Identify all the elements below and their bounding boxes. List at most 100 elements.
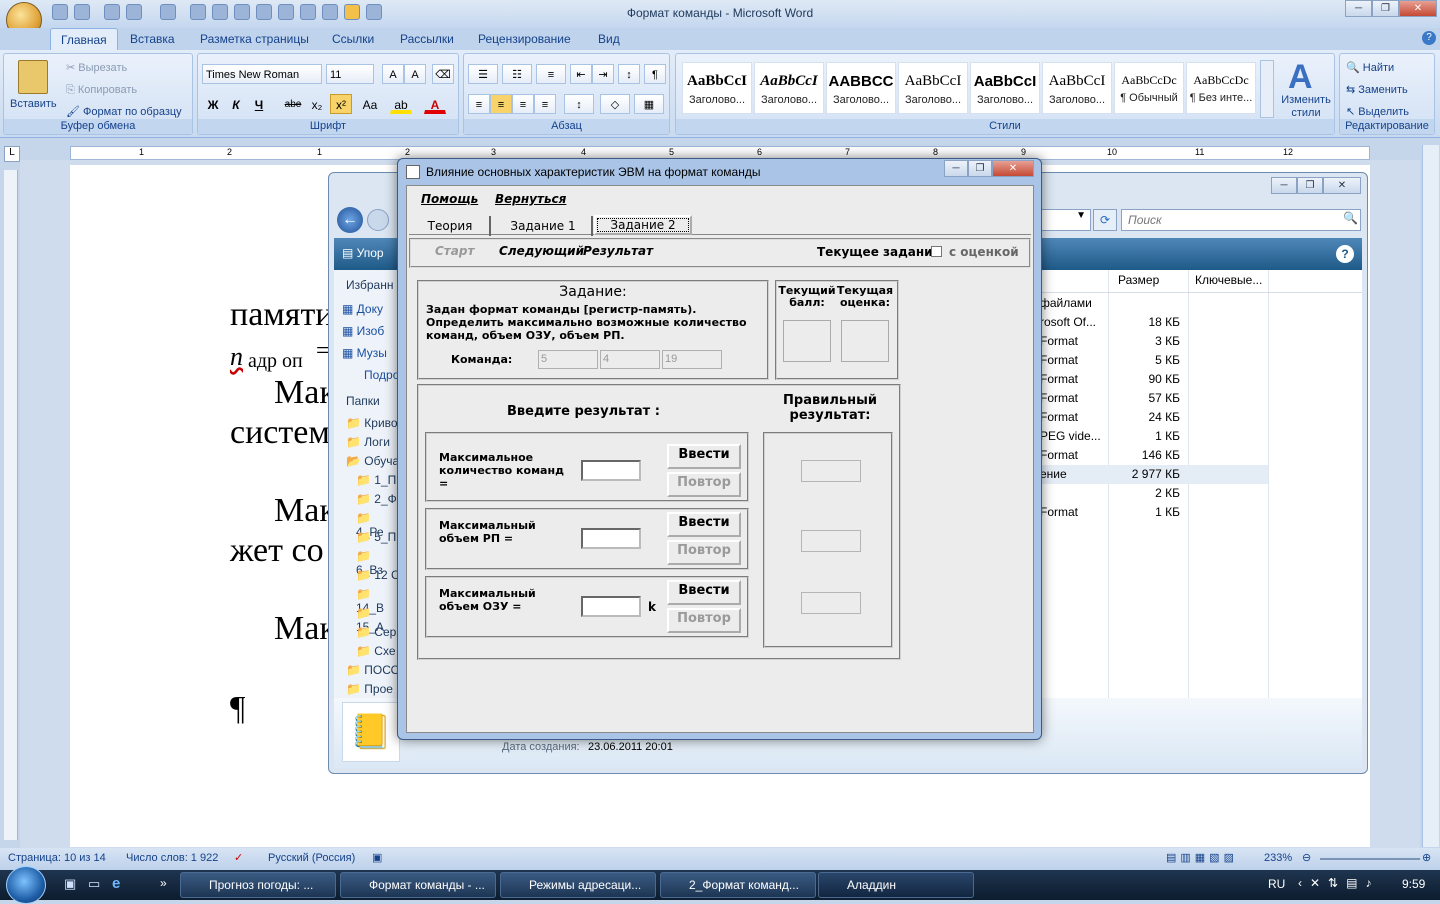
zoom-out-icon[interactable]: ⊖ bbox=[1302, 851, 1311, 864]
column-header-size[interactable]: Размер bbox=[1118, 271, 1159, 290]
repeat-button-3[interactable]: Повтор bbox=[667, 608, 741, 633]
sort-icon[interactable]: ↕ bbox=[618, 64, 640, 84]
bullets-icon[interactable]: ☰ bbox=[468, 64, 498, 84]
folder-item[interactable]: 📁 Прое bbox=[346, 682, 393, 696]
table-row[interactable]: rosoft Of... 18 КБ bbox=[1038, 313, 1268, 332]
align-right-icon[interactable]: ≡ bbox=[512, 94, 534, 114]
justify-icon[interactable]: ≡ bbox=[534, 94, 556, 114]
table-row[interactable]: Format 57 КБ bbox=[1038, 389, 1268, 408]
nav-item[interactable]: ▦ Музы bbox=[342, 346, 387, 360]
change-styles-icon[interactable]: A bbox=[1288, 58, 1313, 97]
enter-button-1[interactable]: Ввести bbox=[667, 444, 741, 469]
table-row[interactable]: Format 90 КБ bbox=[1038, 370, 1268, 389]
dialog-maximize-button[interactable]: ❐ bbox=[968, 160, 992, 177]
copy-button[interactable]: ⎘ Копировать bbox=[66, 80, 137, 100]
explorer-close-button[interactable]: ✕ bbox=[1323, 177, 1361, 194]
style-heading[interactable]: AaBbCcI Заголово... bbox=[682, 62, 752, 114]
expand-icon[interactable]: » bbox=[160, 876, 167, 890]
show-desktop-icon[interactable]: ▣ bbox=[64, 876, 76, 892]
style-heading[interactable]: AaBbCcI Заголово... bbox=[1042, 62, 1112, 114]
column-header-keywords[interactable]: Ключевые... bbox=[1195, 271, 1262, 290]
shrink-font-icon[interactable]: A bbox=[404, 64, 426, 84]
cut-button[interactable]: ✂ Вырезать bbox=[66, 58, 127, 78]
table-row[interactable]: PEG vide... 1 КБ bbox=[1038, 427, 1268, 446]
folder-item[interactable]: 📁 2_Ф bbox=[356, 492, 397, 506]
language[interactable]: Русский (Россия) bbox=[268, 852, 355, 864]
subscript-button[interactable]: x₂ bbox=[306, 94, 328, 114]
strikethrough-button[interactable]: abe bbox=[282, 94, 304, 114]
clock[interactable]: 9:59 bbox=[1402, 877, 1425, 891]
table-row[interactable]: файлами bbox=[1038, 294, 1268, 313]
menu-back[interactable]: Вернуться bbox=[495, 192, 566, 206]
repeat-button-1[interactable]: Повтор bbox=[667, 472, 741, 497]
zoom-in-icon[interactable]: ⊕ bbox=[1422, 851, 1431, 864]
nav-item[interactable]: ▦ Доку bbox=[342, 302, 383, 316]
search-icon[interactable]: 🔍 bbox=[1343, 211, 1358, 225]
proofing-icon[interactable]: ✓ bbox=[234, 851, 243, 864]
help-icon[interactable]: ? bbox=[1422, 31, 1436, 45]
nav-item[interactable]: ▦ Изоб bbox=[342, 324, 384, 338]
style-normal[interactable]: AaBbCcDc ¶ Обычный bbox=[1114, 62, 1184, 114]
result-button[interactable]: Результат bbox=[583, 244, 653, 258]
underline-button[interactable]: Ч bbox=[248, 94, 270, 114]
page-count[interactable]: Страница: 10 из 14 bbox=[8, 852, 106, 864]
folder-item[interactable]: 📁 5_П bbox=[356, 530, 396, 544]
explorer-minimize-button[interactable]: ─ bbox=[1271, 177, 1297, 194]
quicklaunch-icon[interactable]: ▭ bbox=[88, 876, 100, 892]
macro-icon[interactable]: ▣ bbox=[372, 851, 382, 864]
repeat-button-2[interactable]: Повтор bbox=[667, 540, 741, 565]
style-heading[interactable]: AABBCC Заголово... bbox=[826, 62, 896, 114]
tab-insert[interactable]: Вставка bbox=[120, 28, 185, 50]
enter-button-3[interactable]: Ввести bbox=[667, 580, 741, 605]
tab-theory[interactable]: Теория bbox=[411, 216, 491, 236]
zoom-level[interactable]: 233% bbox=[1264, 852, 1292, 864]
taskbar-item[interactable]: Режимы адресаци... bbox=[500, 872, 656, 898]
italic-button[interactable]: К bbox=[225, 94, 247, 114]
dialog-minimize-button[interactable]: ─ bbox=[944, 160, 968, 177]
tab-mailings[interactable]: Рассылки bbox=[390, 28, 464, 50]
shading-icon[interactable]: ◇ bbox=[600, 94, 630, 114]
tab-page-layout[interactable]: Разметка страницы bbox=[190, 28, 319, 50]
style-no-spacing[interactable]: AaBbCcDc ¶ Без инте... bbox=[1186, 62, 1256, 114]
back-icon[interactable]: ← bbox=[337, 207, 363, 233]
table-row[interactable]: Format 5 КБ bbox=[1038, 351, 1268, 370]
superscript-button[interactable]: x² bbox=[330, 94, 352, 114]
numbering-icon[interactable]: ☷ bbox=[502, 64, 532, 84]
font-size-select[interactable]: 11 bbox=[326, 64, 374, 84]
table-row[interactable]: Format 1 КБ bbox=[1038, 503, 1268, 522]
highlight-icon[interactable]: ab bbox=[390, 94, 412, 114]
tab-home[interactable]: Главная bbox=[50, 28, 118, 50]
start-button[interactable] bbox=[6, 866, 46, 904]
folder-item[interactable]: 📁 12 С bbox=[356, 568, 400, 582]
tab-review[interactable]: Рецензирование bbox=[468, 28, 581, 50]
change-case-button[interactable]: Aa bbox=[356, 94, 384, 114]
language-indicator[interactable]: RU bbox=[1268, 877, 1285, 891]
align-left-icon[interactable]: ≡ bbox=[468, 94, 490, 114]
folder-item[interactable]: 📁 Схе bbox=[356, 644, 396, 658]
word-count[interactable]: Число слов: 1 922 bbox=[126, 852, 218, 864]
align-center-icon[interactable]: ≡ bbox=[490, 94, 512, 114]
replace-button[interactable]: ⇆ Заменить bbox=[1346, 80, 1408, 100]
folder-item[interactable]: 📁 ПОСО bbox=[346, 663, 400, 677]
table-row[interactable]: ение 2 977 КБ bbox=[1038, 465, 1268, 484]
tab-references[interactable]: Ссылки bbox=[322, 28, 384, 50]
font-name-select[interactable]: Times New Roman bbox=[202, 64, 322, 84]
bold-button[interactable]: Ж bbox=[202, 94, 224, 114]
taskbar-item[interactable]: 2_Формат команд... bbox=[660, 872, 816, 898]
clear-format-icon[interactable]: ⌫ bbox=[432, 64, 454, 84]
style-heading[interactable]: AaBbCcI Заголово... bbox=[898, 62, 968, 114]
grade-checkbox[interactable] bbox=[931, 246, 942, 257]
organize-button[interactable]: ▤ Упор bbox=[342, 246, 384, 260]
paste-button[interactable]: Вставить bbox=[10, 94, 57, 114]
vertical-scrollbar[interactable] bbox=[1422, 145, 1439, 847]
style-heading[interactable]: AaBbCcI Заголово... bbox=[970, 62, 1040, 114]
table-row[interactable]: Format 146 КБ bbox=[1038, 446, 1268, 465]
address-dropdown[interactable]: ▼ bbox=[1041, 209, 1091, 231]
view-buttons[interactable]: ▤▥▦▧▨ bbox=[1166, 851, 1238, 864]
increase-indent-icon[interactable]: ⇥ bbox=[592, 64, 614, 84]
explorer-help-icon[interactable]: ? bbox=[1336, 245, 1354, 263]
folder-item[interactable]: 📂 Обуча bbox=[346, 454, 399, 468]
refresh-icon[interactable]: ⟳ bbox=[1093, 209, 1117, 231]
change-styles-button[interactable]: Изменить стили bbox=[1276, 94, 1336, 119]
max-register-volume-input[interactable] bbox=[581, 528, 641, 549]
